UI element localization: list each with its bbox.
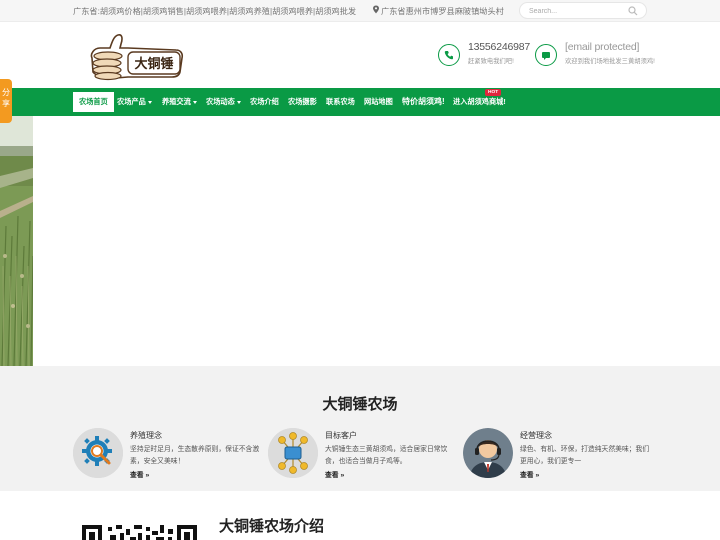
phone-caption: 赶紧致电我们吧! [468,58,514,65]
phone-icon [438,44,460,66]
nav-item-specials[interactable]: 特价胡须鸡! [402,88,445,116]
share-label: 分享 [2,88,10,108]
nav-item-home[interactable]: 农场首页 [73,92,114,112]
search-input[interactable] [529,6,629,16]
phone-contact[interactable]: 13556246987 赶紧致电我们吧! [438,39,530,69]
feature-title: 养殖理念 [130,431,162,440]
logo-text: 大铜锤 [134,56,173,72]
feature-desc: 坚持足时足月，生态散养原则，保证不含激素，安全又美味！ [130,446,260,465]
feature-title: 目标客户 [325,431,357,440]
nav-item-contact[interactable]: 联系农场 [326,88,355,116]
intro-area: 大铜锤农场介绍 [0,491,720,540]
view-more-link[interactable]: 查看 » [130,469,149,479]
address-text: 广东省惠州市博罗县麻陂镇坳头村 [381,7,504,16]
site-tagline: 广东省:胡须鸡价格|胡须鸡销售|胡须鸡喂养|胡须鸡养殖|胡须鸡喂养|胡须鸡批发 [73,7,357,16]
nav-label: 农场介绍 [250,97,279,106]
nav-item-sitemap[interactable]: 网站地图 [364,88,393,116]
site-header: 大铜锤 13556246987 赶紧致电我们吧! [email protecte… [0,22,720,88]
feature-card-customers: 目标客户 大铜锤生态三黄胡须鸡，适合居家日常饮食，也适合当做月子鸡等。 查看 » [268,428,458,488]
nav-label: 农场首页 [79,97,108,106]
share-tab[interactable]: 分享 [0,79,12,123]
nav-item-products[interactable]: 农场产品 [117,88,152,116]
search-icon[interactable] [628,6,638,16]
nav-label: 农场动态 [206,97,235,106]
nav-label: 养殖交流 [162,97,191,106]
hot-badge: HOT [485,89,502,96]
feature-title: 经营理念 [520,431,552,440]
feature-card-breeding: 养殖理念 坚持足时足月，生态散养原则，保证不含激素，安全又美味！ 查看 » [73,428,263,488]
section-title: 大铜锤农场 [322,396,398,413]
view-more-link[interactable]: 查看 » [325,469,344,479]
email-address: [email protected] [565,41,640,53]
farm-field-image [0,116,33,366]
main-nav: 农场首页 农场产品 养殖交流 农场动态 农场介绍 农场摄影 联系农场 网站地图 … [0,88,720,116]
support-agent-icon [463,428,513,478]
brand-logo[interactable]: 大铜锤 [88,32,184,82]
top-bar: 广东省:胡须鸡价格|胡须鸡销售|胡须鸡喂养|胡须鸡养殖|胡须鸡喂养|胡须鸡批发 … [0,0,720,22]
nav-label: 网站地图 [364,97,393,106]
feature-card-business: 经营理念 绿色、有机、环保，打造纯天然美味；我们更用心，我们更专一 查看 » [463,428,653,488]
intro-title: 大铜锤农场介绍 [219,518,325,535]
nav-label: 特价胡须鸡! [402,97,445,106]
feature-desc: 绿色、有机、环保，打造纯天然美味；我们更用心，我们更专一 [520,446,650,465]
farm-address: 广东省惠州市博罗县麻陂镇坳头村 [372,5,504,17]
feature-desc: 大铜锤生态三黄胡须鸡，适合居家日常饮食，也适合当做月子鸡等。 [325,446,448,465]
chevron-down-icon [147,100,152,104]
network-icon [268,428,318,478]
phone-number: 13556246987 [468,41,531,53]
chevron-down-icon [192,100,197,104]
farm-intro-section: 大铜锤农场 养殖理念 坚持足时足月，生态散养原则，保证不含激素，安全又美味！ 查… [0,366,720,491]
search-box [519,2,647,19]
nav-item-photos[interactable]: 农场摄影 [288,88,317,116]
chat-icon [535,44,557,66]
nav-label: 农场摄影 [288,97,317,106]
nav-item-news[interactable]: 农场动态 [206,88,241,116]
qr-code-image [80,521,200,540]
view-more-link[interactable]: 查看 » [520,469,539,479]
hero-banner [0,116,720,366]
nav-label: 农场产品 [117,97,146,106]
nav-item-breeding[interactable]: 养殖交流 [162,88,197,116]
nav-label: 联系农场 [326,97,355,106]
gear-magnifier-icon [73,428,123,478]
chevron-down-icon [236,100,241,104]
nav-label: 进入胡须鸡商城! [453,97,506,106]
email-contact[interactable]: [email protected] 欢迎到我们场地批发三黄胡须鸡! [535,39,665,69]
email-caption: 欢迎到我们场地批发三黄胡须鸡! [565,58,655,65]
nav-item-about[interactable]: 农场介绍 [250,88,279,116]
